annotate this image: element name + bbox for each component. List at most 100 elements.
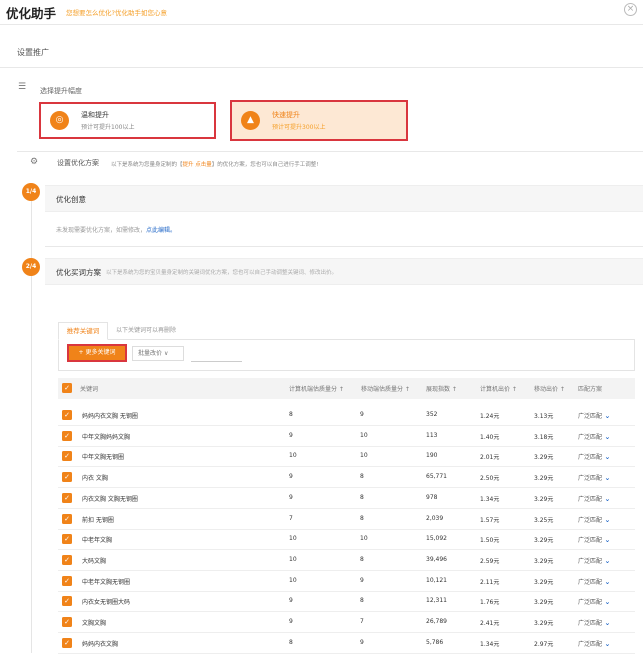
cell-pc-quality: 10 [289,555,297,563]
cell-match[interactable]: 广泛匹配 ⌄ [578,494,610,503]
gears-icon: ⚙ [30,157,39,167]
col-pc-quality[interactable]: 计算机端估质量分 ↑ [289,384,344,393]
chevron-down-icon[interactable]: ⌄ [602,474,610,482]
cell-mobile-quality: 8 [360,473,364,481]
chevron-down-icon[interactable]: ⌄ [602,536,610,544]
chevron-down-icon[interactable]: ⌄ [602,557,610,565]
cell-match[interactable]: 广泛匹配 ⌄ [578,452,610,461]
creative-note: 未发现需要优化方案，如需修改，点此编辑。 [56,227,177,234]
row-checkbox[interactable]: ✓ [62,410,72,420]
cell-pc-bid: 1.34元 [480,495,500,503]
col-impressions[interactable]: 展现指数 ↑ [426,384,457,393]
table-row: ✓ 文胸文胸 9 7 26,789 2.41元 3.29元 广泛匹配 ⌄ [58,612,635,633]
bulk-bid-dropdown[interactable]: 批量改价 ∨ [132,346,184,361]
option-desc: 预计可提升300以上 [272,124,326,131]
cell-match[interactable]: 广泛匹配 ⌄ [578,515,610,524]
chevron-down-icon[interactable]: ⌄ [602,619,610,627]
cell-impressions: 113 [426,431,438,439]
chevron-down-icon[interactable]: ⌄ [602,412,610,420]
cell-match[interactable]: 广泛匹配 ⌄ [578,411,610,420]
tab-other-keywords[interactable]: 以下关键词可以再删除 [116,325,176,334]
cell-keyword: 中老年文胸 [82,537,113,545]
lock-icon: ▲ [241,111,260,130]
cell-pc-bid: 2.41元 [480,620,500,627]
more-keywords-button[interactable]: + 更多关键词 [67,344,127,362]
table-row: ✓ 前扣 无钢圈 7 8 2,039 1.57元 3.25元 广泛匹配 ⌄ [58,509,635,530]
cell-pc-bid: 1.57元 [480,516,500,524]
plan-highlight: 提升 点击量 [182,162,212,168]
cell-pc-bid: 1.40元 [480,433,500,441]
row-checkbox[interactable]: ✓ [62,430,72,441]
table-row: ✓ 中老年文胸 10 10 15,092 1.50元 3.29元 广泛匹配 ⌄ [58,529,635,551]
option-desc: 预计可提升100以上 [81,124,135,131]
chevron-down-icon[interactable]: ⌄ [602,640,610,648]
cell-keyword: 内衣 文胸 [82,475,108,483]
target-icon: ◎ [50,111,69,130]
cell-mobile-bid: 3.29元 [534,475,554,483]
chevron-down-icon[interactable]: ⌄ [602,598,610,606]
cell-pc-bid: 2.50元 [480,475,500,483]
row-checkbox[interactable]: ✓ [62,534,72,545]
bid-input-underline [191,361,242,362]
cell-keyword: 中年文胸无钢圈 [82,454,125,462]
tab-recommended-keywords[interactable]: 推荐关键词 [58,322,108,340]
cell-match[interactable]: 广泛匹配 ⌄ [578,618,610,627]
cell-mobile-quality: 9 [360,638,364,646]
row-checkbox[interactable]: ✓ [62,554,72,565]
cell-mobile-quality: 10 [360,452,368,460]
cell-match[interactable]: 广泛匹配 ⌄ [578,535,610,544]
cell-match[interactable]: 广泛匹配 ⌄ [578,556,610,565]
row-checkbox[interactable]: ✓ [62,513,72,524]
row-checkbox[interactable]: ✓ [62,472,72,483]
cell-mobile-bid: 3.29元 [534,557,554,565]
cell-match[interactable]: 广泛匹配 ⌄ [578,639,610,648]
table-row: ✓ 内衣文胸 文胸无钢圈 9 8 978 1.34元 3.29元 广泛匹配 ⌄ [58,488,635,509]
table-row: ✓ 大码文胸 10 8 39,496 2.59元 3.29元 广泛匹配 ⌄ [58,550,635,571]
step-connector [31,200,32,258]
col-mobile-quality[interactable]: 移动端估质量分 ↑ [361,384,410,393]
cell-pc-quality: 9 [289,493,293,501]
page-subtitle: 您想要怎么优化?优化助手如您心意 [66,9,167,17]
cell-impressions: 39,496 [426,555,447,563]
edit-link[interactable]: 点此编辑。 [146,227,176,234]
option-mild-boost[interactable]: ◎ 温和提升 预计可提升100以上 [39,102,216,139]
cell-mobile-bid: 2.97元 [534,640,554,648]
cell-match[interactable]: 广泛匹配 ⌄ [578,473,610,482]
step-badge: 2/4 [22,258,40,276]
optimize-keywords-title: 优化买词方案 [56,268,101,277]
divider [0,67,643,68]
chevron-down-icon[interactable]: ⌄ [602,453,610,461]
cell-pc-bid: 2.01元 [480,454,500,462]
row-checkbox[interactable]: ✓ [62,637,72,648]
cell-keyword: 中老年文胸无钢圈 [82,578,131,586]
chevron-down-icon: ∨ [163,350,169,357]
col-pc-bid[interactable]: 计算机出价 ↑ [480,384,517,393]
cell-mobile-bid: 3.29元 [534,495,554,503]
cell-pc-quality: 10 [289,535,297,543]
divider [45,246,643,247]
cell-match[interactable]: 广泛匹配 ⌄ [578,597,610,606]
row-checkbox[interactable]: ✓ [62,617,72,627]
row-checkbox[interactable]: ✓ [62,596,72,607]
cell-keyword: 内衣女无钢圈大码 [82,599,131,607]
table-row: ✓ 中老年文胸无钢圈 10 9 10,121 2.11元 3.29元 广泛匹配 ⌄ [58,571,635,592]
table-row: ✓ 内衣 文胸 9 8 65,771 2.50元 3.29元 广泛匹配 ⌄ [58,467,635,489]
col-mobile-bid[interactable]: 移动出价 ↑ [534,384,565,393]
chevron-down-icon[interactable]: ⌄ [602,495,610,503]
cell-match[interactable]: 广泛匹配 ⌄ [578,432,610,441]
cell-keyword: 妈妈内衣文胸 [82,640,119,648]
cell-match[interactable]: 广泛匹配 ⌄ [578,577,610,586]
row-checkbox[interactable]: ✓ [62,492,72,503]
cell-pc-quality: 9 [289,618,293,625]
row-checkbox[interactable]: ✓ [62,575,72,586]
cell-mobile-quality: 10 [360,431,368,439]
row-checkbox[interactable]: ✓ [62,451,72,462]
close-button[interactable]: × [624,3,637,16]
select-all-checkbox[interactable]: ✓ [62,383,72,393]
chevron-down-icon[interactable]: ⌄ [602,433,610,441]
cell-pc-bid: 2.11元 [480,578,500,586]
chevron-down-icon[interactable]: ⌄ [602,516,610,524]
option-fast-boost[interactable]: ▲ 快速提升 预计可提升300以上 [230,100,408,141]
cell-pc-bid: 1.24元 [480,413,500,420]
chevron-down-icon[interactable]: ⌄ [602,578,610,586]
